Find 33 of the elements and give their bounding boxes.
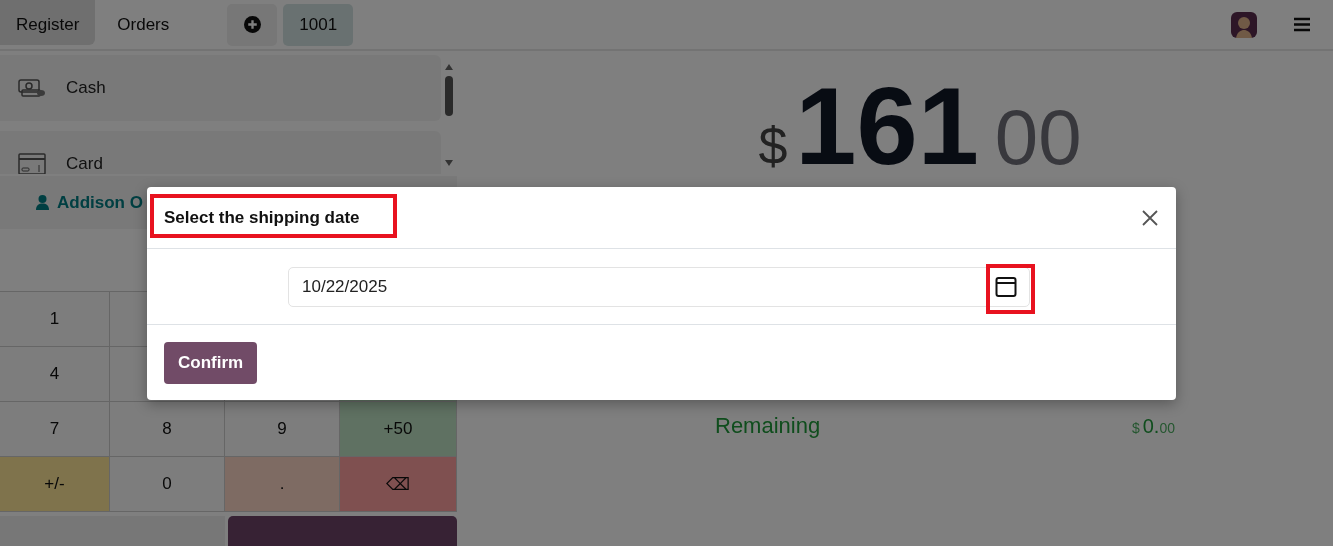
date-field[interactable]: 10/22/2025 xyxy=(302,276,602,297)
payment-label: Card xyxy=(66,154,103,174)
payment-label: Cash xyxy=(66,78,106,98)
nav-tab[interactable]: Orders xyxy=(101,0,186,45)
keypad-key[interactable]: +/- xyxy=(0,457,110,512)
close-button[interactable] xyxy=(1140,207,1160,228)
menu-icon[interactable] xyxy=(1293,17,1311,32)
nav-tab[interactable]: Register xyxy=(0,0,96,45)
keypad-key[interactable]: 1 xyxy=(0,292,110,347)
remaining-amount: $0.00 xyxy=(1131,415,1175,438)
payment-method[interactable]: Card xyxy=(0,131,441,174)
keypad-key[interactable]: ⌫ xyxy=(340,457,457,512)
keypad-key[interactable]: +50 xyxy=(340,402,457,457)
total-amount: $161 00 xyxy=(758,71,1082,181)
keypad-key[interactable]: 0 xyxy=(110,457,225,512)
keypad-key[interactable]: 7 xyxy=(0,402,110,457)
keypad-key[interactable]: 4 xyxy=(0,347,110,402)
customer-name: Addison O xyxy=(57,192,143,213)
confirm-button[interactable]: Confirm xyxy=(164,341,258,384)
keypad-key[interactable]: 8 xyxy=(110,402,225,457)
calendar-icon[interactable] xyxy=(995,275,1017,298)
new-order-button[interactable] xyxy=(227,3,278,46)
avatar[interactable] xyxy=(1231,11,1257,38)
keypad-key[interactable]: . xyxy=(225,457,340,512)
credit-card-icon xyxy=(18,153,46,174)
keypad-key[interactable]: 9 xyxy=(225,402,340,457)
remaining-label: Remaining xyxy=(715,413,821,439)
cash-icon xyxy=(18,77,46,99)
dialog-title: Select the shipping date xyxy=(164,207,360,228)
payment-method[interactable]: Cash xyxy=(0,55,441,121)
person-icon xyxy=(36,195,49,210)
order-button[interactable]: 1001 xyxy=(283,3,354,46)
plus-circle-icon xyxy=(243,16,261,33)
